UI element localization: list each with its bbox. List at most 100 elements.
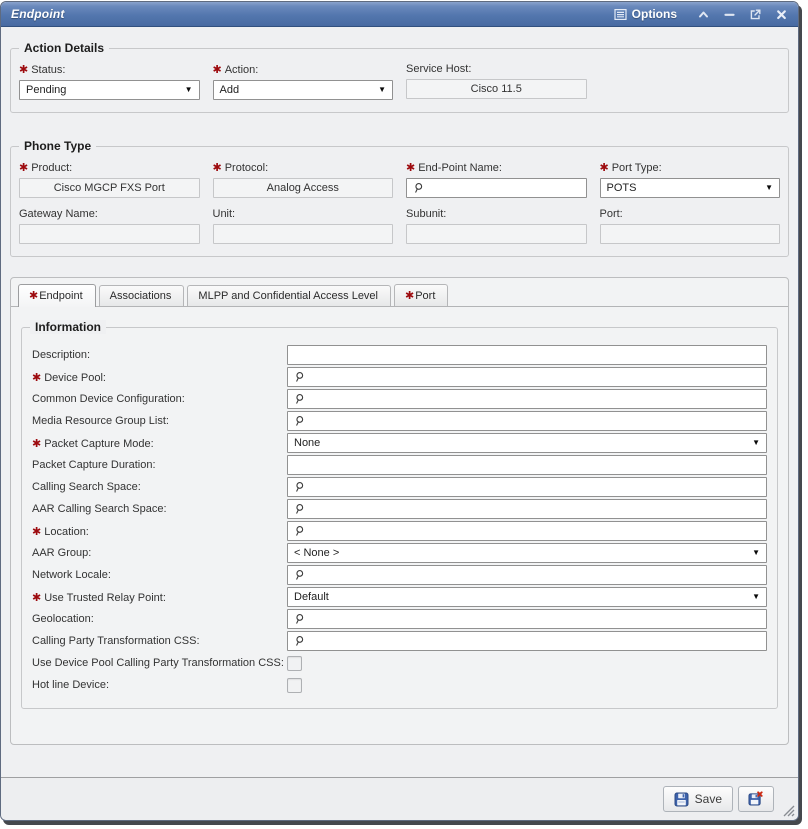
info-row-packet-capture-mode: ✱Packet Capture Mode:None▼ — [32, 432, 767, 454]
aar-calling-search-space-label: AAR Calling Search Space: — [32, 503, 287, 515]
info-row-media-resource-group-list: Media Resource Group List: — [32, 410, 767, 432]
collapse-chevron-up-icon[interactable] — [697, 8, 710, 21]
common-device-configuration-input[interactable] — [287, 389, 767, 409]
product-field: ✱Product: Cisco MGCP FXS Port — [19, 161, 200, 198]
options-list-icon — [614, 8, 627, 21]
packet-capture-mode-label: ✱Packet Capture Mode: — [32, 437, 287, 450]
packet-capture-duration-control — [287, 455, 767, 475]
geolocation-input[interactable] — [287, 609, 767, 629]
information-fieldset: Information Description:✱Device Pool:Com… — [21, 327, 778, 709]
end-point-name-input[interactable] — [406, 178, 587, 198]
protocol-value: Analog Access — [213, 178, 394, 198]
location-input[interactable] — [287, 521, 767, 541]
endpoint-dialog-window: Endpoint Options — [0, 1, 799, 821]
action-field: ✱Action:Add▼ — [213, 63, 394, 100]
info-row-location: ✱Location: — [32, 520, 767, 542]
phone-type-legend: Phone Type — [19, 139, 96, 153]
unit-label: Unit: — [213, 208, 394, 220]
chevron-down-icon: ▼ — [765, 184, 773, 192]
port-label: Port: — [600, 208, 781, 220]
info-row-common-device-configuration: Common Device Configuration: — [32, 388, 767, 410]
aar-calling-search-space-control — [287, 499, 767, 519]
port-type-select[interactable]: POTS▼ — [600, 178, 781, 198]
calling-party-transformation-css-input[interactable] — [287, 631, 767, 651]
product-value: Cisco MGCP FXS Port — [19, 178, 200, 198]
product-label: ✱Product: — [19, 161, 200, 174]
tab-port[interactable]: ✱Port — [394, 284, 448, 306]
use-device-pool-calling-party-transformation-css-label: Use Device Pool Calling Party Transforma… — [32, 657, 287, 669]
info-row-use-trusted-relay-point: ✱Use Trusted Relay Point:Default▼ — [32, 586, 767, 608]
information-rows: Description:✱Device Pool:Common Device C… — [22, 328, 777, 708]
use-trusted-relay-point-label: ✱Use Trusted Relay Point: — [32, 591, 287, 604]
packet-capture-duration-input[interactable] — [287, 455, 767, 475]
geolocation-control — [287, 609, 767, 629]
use-trusted-relay-point-control: Default▼ — [287, 587, 767, 607]
save-floppy-icon — [674, 792, 689, 807]
status-select[interactable]: Pending▼ — [19, 80, 200, 100]
common-device-configuration-label: Common Device Configuration: — [32, 393, 287, 405]
options-button[interactable]: Options — [614, 7, 677, 21]
calling-search-space-control — [287, 477, 767, 497]
action-details-fieldset: Action Details ✱Status:Pending▼✱Action:A… — [10, 48, 789, 113]
phone-type-fields: ✱Product:Cisco MGCP FXS Port✱Protocol:An… — [11, 147, 788, 256]
action-details-legend: Action Details — [19, 41, 109, 55]
calling-search-space-input[interactable] — [287, 477, 767, 497]
common-device-configuration-control — [287, 389, 767, 409]
end-point-name-label: ✱End-Point Name: — [406, 161, 587, 174]
save-and-close-button[interactable] — [738, 786, 774, 812]
tab-associations[interactable]: Associations — [99, 285, 185, 306]
footer-bar: Save — [1, 777, 798, 820]
required-asterisk-icon: ✱ — [405, 290, 414, 302]
action-select[interactable]: Add▼ — [213, 80, 394, 100]
required-asterisk-icon: ✱ — [600, 162, 609, 174]
status-label: ✱Status: — [19, 63, 200, 76]
media-resource-group-list-control — [287, 411, 767, 431]
media-resource-group-list-input[interactable] — [287, 411, 767, 431]
required-asterisk-icon: ✱ — [29, 290, 38, 302]
gateway-name-field: Gateway Name: — [19, 208, 200, 244]
port-value — [600, 224, 781, 244]
unit-value — [213, 224, 394, 244]
info-row-network-locale: Network Locale: — [32, 564, 767, 586]
required-asterisk-icon: ✱ — [213, 162, 222, 174]
use-device-pool-calling-party-transformation-css-control — [287, 656, 767, 671]
required-asterisk-icon: ✱ — [32, 372, 41, 384]
calling-party-transformation-css-control — [287, 631, 767, 651]
use-device-pool-calling-party-transformation-css-checkbox[interactable] — [287, 656, 302, 671]
resize-grip-icon[interactable] — [779, 801, 795, 817]
status-field: ✱Status: Pending▼ — [19, 63, 200, 100]
options-label: Options — [632, 7, 677, 21]
window-title: Endpoint — [11, 7, 65, 21]
action-details-fields: ✱Status:Pending▼✱Action:Add▼Service Host… — [11, 49, 788, 112]
tab-endpoint[interactable]: ✱Endpoint — [18, 284, 96, 307]
chevron-down-icon: ▼ — [185, 86, 193, 94]
info-row-geolocation: Geolocation: — [32, 608, 767, 630]
use-trusted-relay-point-select[interactable]: Default▼ — [287, 587, 767, 607]
calling-search-space-label: Calling Search Space: — [32, 481, 287, 493]
minimize-dash-icon[interactable] — [723, 8, 736, 21]
save-button[interactable]: Save — [663, 786, 733, 812]
hot-line-device-checkbox[interactable] — [287, 678, 302, 693]
description-input[interactable] — [287, 345, 767, 365]
info-row-use-device-pool-calling-party-transformation-css: Use Device Pool Calling Party Transforma… — [32, 652, 767, 674]
packet-capture-mode-control: None▼ — [287, 433, 767, 453]
network-locale-control — [287, 565, 767, 585]
aar-group-select[interactable]: < None >▼ — [287, 543, 767, 563]
aar-calling-search-space-input[interactable] — [287, 499, 767, 519]
gateway-name-label: Gateway Name: — [19, 208, 200, 220]
chevron-down-icon: ▼ — [752, 439, 760, 447]
device-pool-input[interactable] — [287, 367, 767, 387]
popout-arrow-icon[interactable] — [749, 8, 762, 21]
info-row-hot-line-device: Hot line Device: — [32, 674, 767, 696]
port-type-field: ✱Port Type:POTS▼ — [600, 161, 781, 198]
packet-capture-mode-select[interactable]: None▼ — [287, 433, 767, 453]
close-x-icon[interactable] — [775, 8, 788, 21]
required-asterisk-icon: ✱ — [406, 162, 415, 174]
network-locale-input[interactable] — [287, 565, 767, 585]
tab-mlpp-and-confidential-access-level[interactable]: MLPP and Confidential Access Level — [187, 285, 391, 306]
subunit-field: Subunit: — [406, 208, 587, 244]
gateway-name-value — [19, 224, 200, 244]
titlebar[interactable]: Endpoint Options — [1, 2, 798, 27]
calling-party-transformation-css-label: Calling Party Transformation CSS: — [32, 635, 287, 647]
port-field: Port: — [600, 208, 781, 244]
